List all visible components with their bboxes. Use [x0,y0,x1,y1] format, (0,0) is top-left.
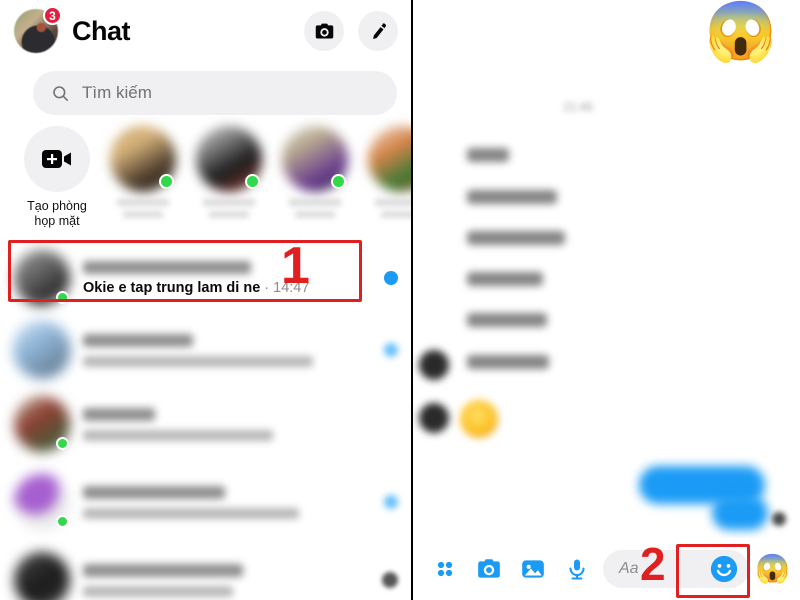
outgoing-message-blurred[interactable] [712,496,768,530]
incoming-message-blurred[interactable] [467,355,549,369]
header-actions [304,11,398,51]
smiley-face-icon [711,555,738,583]
story-item-1[interactable] [110,126,176,223]
stories-row: Tạo phòng họp mặt [0,126,412,236]
row-snippet-blurred [83,585,233,597]
row-avatar [14,552,70,600]
row-snippet-blurred [83,507,299,519]
story-name-blurred [369,199,412,223]
incoming-message-blurred[interactable] [467,231,565,245]
chat-list: Okie e tap trung lam di ne · 14:47 [0,238,412,600]
gallery-button[interactable] [511,547,555,591]
online-indicator [56,515,69,528]
online-indicator [159,174,174,189]
incoming-message-blurred[interactable] [467,190,557,204]
profile-avatar[interactable]: 3 [14,6,62,53]
row-name-blurred [83,260,251,274]
incoming-avatar [419,403,449,433]
incoming-message-blurred[interactable] [467,272,543,286]
chat-list-panel: 3 Chat Tìm kiếm Tạo phòng họp mặt Okie e… [0,0,412,600]
story-avatar-4 [368,126,412,192]
row-snippet-text: Okie e tap trung lam di ne [83,279,261,296]
microphone-icon [569,559,585,580]
online-indicator [331,174,346,189]
create-room-button[interactable]: Tạo phòng họp mặt [24,126,90,229]
seen-avatar [382,572,398,588]
camera-icon [315,23,333,38]
row-name-blurred [83,485,225,499]
smiley-face-button[interactable] [709,554,739,584]
row-snippet-blurred [83,429,273,441]
row-snippet-blurred [83,355,313,367]
camera-button[interactable] [467,547,511,591]
camera-icon [478,559,500,578]
apps-grid-icon [437,561,453,577]
compose-button[interactable] [358,11,398,51]
conversation-timestamp: 21:45 [563,100,594,114]
incoming-sticker-blurred [460,400,498,438]
row-name-blurred [83,407,155,421]
gallery-icon [522,560,544,578]
hero-emoji-sticker: 😱 [704,0,777,64]
annotation-number-1: 1 [281,237,310,295]
online-indicator [56,291,69,304]
screenshot-root: 3 Chat Tìm kiếm Tạo phòng họp mặt Okie e… [0,0,800,600]
chat-row[interactable] [0,314,412,386]
create-room-label: Tạo phòng họp mặt [27,199,87,228]
message-input[interactable]: Aa [603,550,750,588]
chat-row[interactable] [0,466,412,538]
microphone-button[interactable] [555,547,599,591]
avatar-badge: 3 [43,6,62,25]
incoming-message-blurred[interactable] [467,313,547,327]
compose-icon [373,23,386,39]
story-item-2[interactable] [196,126,262,223]
row-snippet: Okie e tap trung lam di ne · 14:47 [83,280,374,296]
row-avatar [14,322,70,378]
camera-button[interactable] [304,11,344,51]
sticker-button[interactable]: 😱 [755,555,790,583]
unread-indicator [384,271,398,285]
search-placeholder: Tìm kiếm [82,83,152,102]
create-room-circle [24,126,90,192]
chat-row-highlighted[interactable]: Okie e tap trung lam di ne · 14:47 [0,242,412,314]
search-input[interactable]: Tìm kiếm [33,71,397,115]
message-toolbar: Aa 😱 [413,538,800,600]
chat-row[interactable] [0,544,412,600]
video-plus-icon [42,150,71,168]
chat-header: 3 Chat [0,0,412,62]
unread-indicator [384,343,398,357]
online-indicator [56,437,69,450]
row-name-blurred [83,563,243,577]
message-input-placeholder: Aa [619,560,639,577]
story-name-blurred [283,199,347,223]
search-icon [53,85,69,101]
story-name-blurred [197,199,261,223]
incoming-message-blurred[interactable] [467,148,509,162]
apps-grid-button[interactable] [423,547,467,591]
story-item-3[interactable] [282,126,348,223]
incoming-avatar [419,350,449,380]
annotation-number-2: 2 [640,538,666,590]
story-item-4[interactable] [368,126,412,223]
online-indicator [245,174,260,189]
chat-row[interactable] [0,388,412,460]
unread-indicator [384,495,398,509]
row-name-blurred [83,333,193,347]
message-seen-indicator [772,512,786,526]
page-title: Chat [72,15,131,46]
story-name-blurred [111,199,175,223]
